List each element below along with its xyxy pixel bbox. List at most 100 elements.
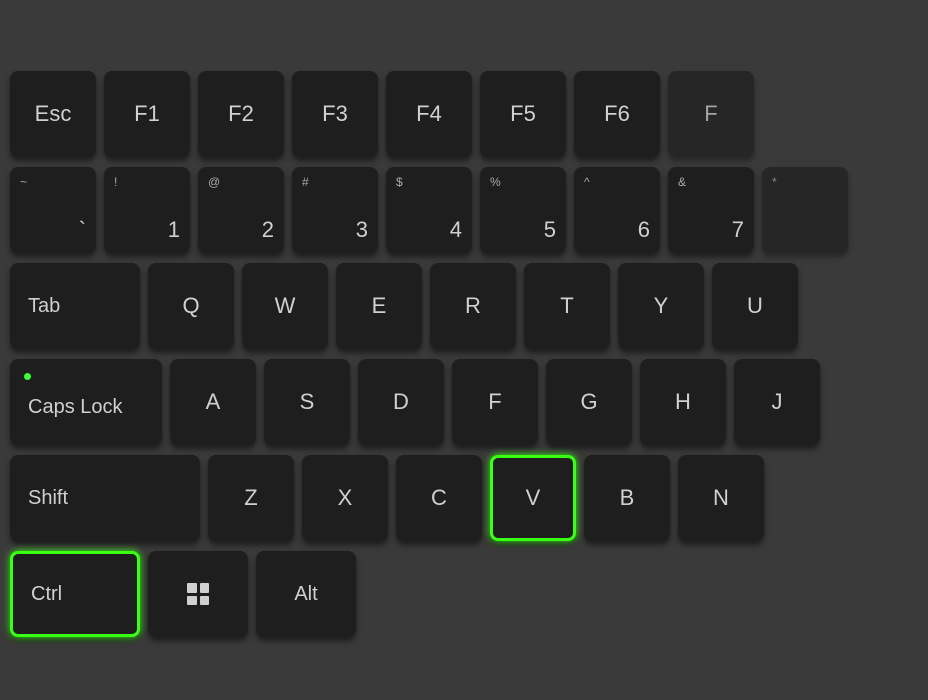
key-3-top: #: [302, 175, 309, 189]
key-f3[interactable]: F3: [292, 71, 378, 157]
key-3[interactable]: # 3: [292, 167, 378, 253]
key-h-label: H: [675, 389, 691, 415]
key-q-label: Q: [182, 293, 199, 319]
key-r-label: R: [465, 293, 481, 319]
key-4-top: $: [396, 175, 403, 189]
key-f6[interactable]: F6: [574, 71, 660, 157]
key-n-label: N: [713, 485, 729, 511]
key-g[interactable]: G: [546, 359, 632, 445]
key-s[interactable]: S: [264, 359, 350, 445]
key-tab-label: Tab: [28, 295, 60, 318]
key-s-label: S: [300, 389, 315, 415]
key-ctrl[interactable]: Ctrl: [10, 551, 140, 637]
key-f6-label: F6: [604, 101, 630, 127]
key-2-top: @: [208, 175, 220, 189]
key-y[interactable]: Y: [618, 263, 704, 349]
key-5[interactable]: % 5: [480, 167, 566, 253]
zxcv-row: Shift Z X C V B N: [10, 455, 918, 541]
key-shift[interactable]: Shift: [10, 455, 200, 541]
qwerty-row: Tab Q W E R T Y U: [10, 263, 918, 349]
key-6-top: ^: [584, 175, 590, 189]
keyboard: Esc F1 F2 F3 F4 F5 F6 F ~ ` ! 1: [0, 0, 928, 700]
key-7-top: &: [678, 175, 686, 189]
key-d[interactable]: D: [358, 359, 444, 445]
key-f4-label: F4: [416, 101, 442, 127]
key-backtick-bottom: `: [79, 217, 86, 243]
key-w-label: W: [275, 293, 296, 319]
key-1[interactable]: ! 1: [104, 167, 190, 253]
key-alt[interactable]: Alt: [256, 551, 356, 637]
key-alt-label: Alt: [294, 583, 317, 606]
key-a-label: A: [206, 389, 221, 415]
key-f2-label: F2: [228, 101, 254, 127]
key-j-label: J: [772, 389, 783, 415]
key-v-label: V: [526, 485, 541, 511]
key-f[interactable]: F: [452, 359, 538, 445]
key-c[interactable]: C: [396, 455, 482, 541]
key-5-top: %: [490, 175, 501, 189]
key-caps-lock[interactable]: Caps Lock: [10, 359, 162, 445]
bottom-row: Ctrl Alt: [10, 551, 918, 637]
key-g-label: G: [580, 389, 597, 415]
function-row: Esc F1 F2 F3 F4 F5 F6 F: [10, 71, 918, 157]
key-6-bottom: 6: [638, 217, 650, 243]
number-row: ~ ` ! 1 @ 2 # 3 $ 4 % 5 ^ 6 & 7: [10, 167, 918, 253]
key-q[interactable]: Q: [148, 263, 234, 349]
asdf-row: Caps Lock A S D F G H J: [10, 359, 918, 445]
key-2-bottom: 2: [262, 217, 274, 243]
key-e-label: E: [372, 293, 387, 319]
key-h[interactable]: H: [640, 359, 726, 445]
key-esc-label: Esc: [35, 101, 72, 127]
key-f7-label: F: [704, 101, 717, 127]
key-7[interactable]: & 7: [668, 167, 754, 253]
key-v[interactable]: V: [490, 455, 576, 541]
key-u[interactable]: U: [712, 263, 798, 349]
key-f1-label: F1: [134, 101, 160, 127]
key-esc[interactable]: Esc: [10, 71, 96, 157]
key-4[interactable]: $ 4: [386, 167, 472, 253]
key-4-bottom: 4: [450, 217, 462, 243]
caps-lock-indicator: [24, 373, 31, 380]
key-backtick-top: ~: [20, 175, 27, 189]
key-a[interactable]: A: [170, 359, 256, 445]
key-r[interactable]: R: [430, 263, 516, 349]
key-f7-partial[interactable]: F: [668, 71, 754, 157]
key-6[interactable]: ^ 6: [574, 167, 660, 253]
key-f2[interactable]: F2: [198, 71, 284, 157]
key-n[interactable]: N: [678, 455, 764, 541]
key-1-top: !: [114, 175, 117, 189]
key-f1[interactable]: F1: [104, 71, 190, 157]
key-b[interactable]: B: [584, 455, 670, 541]
key-tab[interactable]: Tab: [10, 263, 140, 349]
key-ctrl-label: Ctrl: [31, 583, 62, 606]
key-2[interactable]: @ 2: [198, 167, 284, 253]
key-f5-label: F5: [510, 101, 536, 127]
key-8-partial[interactable]: *: [762, 167, 848, 253]
key-8-top: *: [772, 175, 777, 189]
key-7-bottom: 7: [732, 217, 744, 243]
key-c-label: C: [431, 485, 447, 511]
key-1-bottom: 1: [168, 217, 180, 243]
key-backtick[interactable]: ~ `: [10, 167, 96, 253]
key-x[interactable]: X: [302, 455, 388, 541]
key-d-label: D: [393, 389, 409, 415]
key-z-label: Z: [244, 485, 257, 511]
key-j[interactable]: J: [734, 359, 820, 445]
key-u-label: U: [747, 293, 763, 319]
key-win[interactable]: [148, 551, 248, 637]
key-t[interactable]: T: [524, 263, 610, 349]
key-y-label: Y: [654, 293, 669, 319]
key-shift-label: Shift: [28, 487, 68, 510]
key-f4[interactable]: F4: [386, 71, 472, 157]
key-b-label: B: [620, 485, 635, 511]
key-f5[interactable]: F5: [480, 71, 566, 157]
key-e[interactable]: E: [336, 263, 422, 349]
key-caps-label: Caps Lock: [28, 396, 123, 419]
key-z[interactable]: Z: [208, 455, 294, 541]
key-5-bottom: 5: [544, 217, 556, 243]
key-w[interactable]: W: [242, 263, 328, 349]
key-f3-label: F3: [322, 101, 348, 127]
windows-logo-icon: [187, 583, 209, 605]
key-f-label: F: [488, 389, 501, 415]
key-3-bottom: 3: [356, 217, 368, 243]
